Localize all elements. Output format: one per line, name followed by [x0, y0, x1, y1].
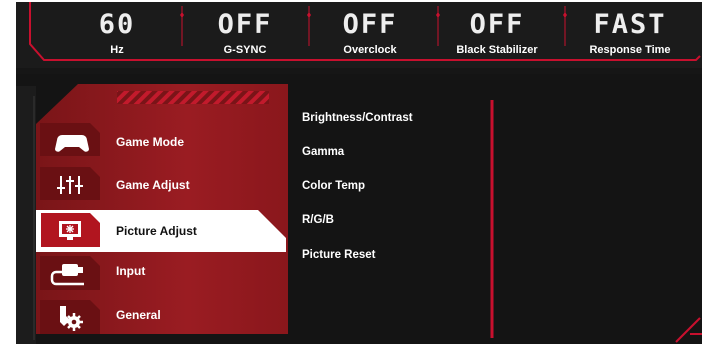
monitor-osd-screen: 60 Hz OFF G-SYNC OFF Overclock OFF Black…	[0, 0, 702, 346]
submenu-item-rgb[interactable]: R/G/B	[302, 214, 334, 226]
main-menu: Game Mode Game Adjust Picture Adjust Inp…	[36, 84, 288, 334]
status-value: 60	[99, 9, 136, 40]
menu-item-label: Game Mode	[116, 135, 184, 149]
menu-item-label: General	[116, 308, 161, 322]
menu-item-label: Picture Adjust	[116, 224, 197, 238]
sliders-icon	[57, 176, 83, 194]
status-item-response-time: FAST Response Time	[589, 9, 670, 56]
menu-item-picture-adjust[interactable]: Picture Adjust	[36, 210, 286, 252]
menu-panel-bg	[36, 84, 288, 334]
status-value: OFF	[218, 9, 273, 40]
submenu-item-brightness-contrast[interactable]: Brightness/Contrast	[302, 112, 413, 124]
submenu-item-color-temp[interactable]: Color Temp	[302, 180, 365, 192]
status-label: Response Time	[589, 44, 670, 56]
status-label: Hz	[110, 44, 124, 56]
status-bar: 60 Hz OFF G-SYNC OFF Overclock OFF Black…	[16, 2, 702, 75]
status-label: Black Stabilizer	[456, 44, 538, 56]
status-item-overclock: OFF Overclock	[343, 9, 398, 56]
status-value: FAST	[593, 9, 666, 40]
osd-canvas: 60 Hz OFF G-SYNC OFF Overclock OFF Black…	[0, 0, 702, 346]
menu-item-label: Input	[116, 264, 145, 278]
status-label: Overclock	[343, 44, 397, 56]
status-value: OFF	[470, 9, 525, 40]
menu-hatch-decoration	[117, 91, 269, 104]
submenu-item-picture-reset[interactable]: Picture Reset	[302, 249, 376, 261]
status-value: OFF	[343, 9, 398, 40]
submenu-item-gamma[interactable]: Gamma	[302, 146, 345, 158]
status-label: G-SYNC	[224, 44, 267, 56]
status-item-gsync: OFF G-SYNC	[218, 9, 273, 56]
menu-item-label: Game Adjust	[116, 178, 190, 192]
